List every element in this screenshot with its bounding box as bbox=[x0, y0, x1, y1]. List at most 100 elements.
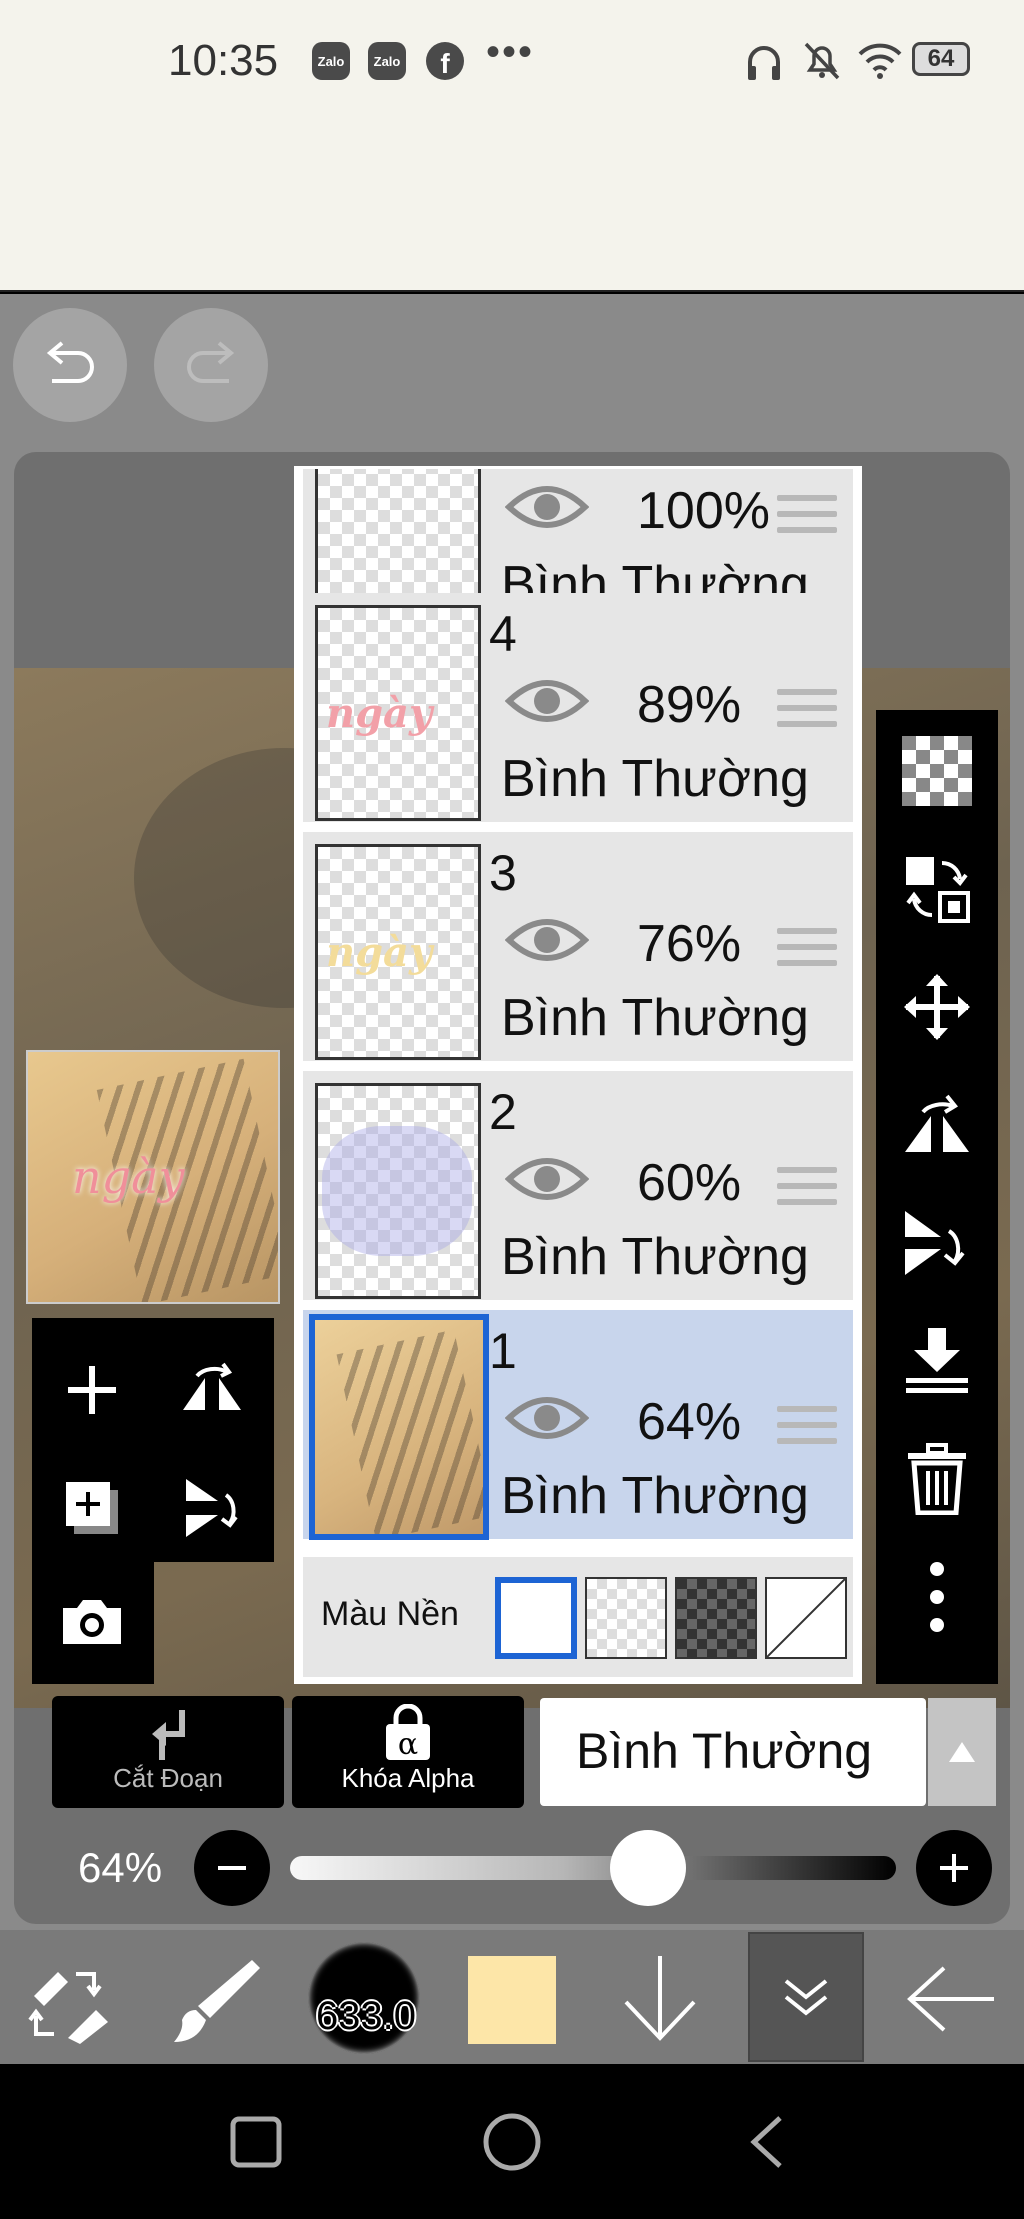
camera-icon bbox=[63, 1600, 121, 1644]
drag-handle-icon[interactable] bbox=[777, 1167, 837, 1215]
arrow-down-icon[interactable] bbox=[620, 1952, 700, 2044]
flip-vertical-button[interactable] bbox=[894, 1200, 980, 1286]
layer-row[interactable]: 2 60% Bình Thường bbox=[303, 1071, 853, 1305]
layer-row-selected[interactable]: 1 64% Bình Thường bbox=[303, 1310, 853, 1544]
drag-handle-icon[interactable] bbox=[777, 689, 837, 737]
recent-apps-icon[interactable] bbox=[230, 2116, 282, 2168]
bg-transparent-light-swatch[interactable] bbox=[585, 1577, 667, 1659]
camera-import-button[interactable] bbox=[42, 1572, 142, 1672]
flip-vertical-icon bbox=[905, 1211, 965, 1275]
redo-icon bbox=[187, 341, 235, 383]
layer-opacity: 60% bbox=[637, 1154, 742, 1212]
trash-icon bbox=[908, 1443, 966, 1515]
bg-white-swatch[interactable] bbox=[495, 1577, 577, 1659]
opacity-decrease-button[interactable] bbox=[194, 1830, 270, 1906]
opacity-increase-button[interactable] bbox=[916, 1830, 992, 1906]
drag-handle-icon[interactable] bbox=[777, 495, 837, 543]
blend-mode-select[interactable]: Bình Thường bbox=[540, 1698, 926, 1806]
opacity-slider[interactable] bbox=[290, 1856, 896, 1880]
flip-layer-horizontal-button[interactable] bbox=[162, 1340, 262, 1440]
canvas-thumbnail[interactable]: ngày bbox=[26, 1050, 280, 1304]
eye-icon[interactable] bbox=[505, 914, 589, 966]
drag-handle-icon[interactable] bbox=[777, 1406, 837, 1454]
layer-thumbnail bbox=[315, 1083, 481, 1299]
color-swatch[interactable] bbox=[468, 1956, 556, 2044]
more-options-button[interactable] bbox=[894, 1554, 980, 1640]
plus-icon bbox=[940, 1854, 968, 1882]
more-vertical-icon bbox=[930, 1562, 944, 1632]
duplicate-layer-button[interactable] bbox=[42, 1458, 142, 1558]
status-time: 10:35 bbox=[168, 36, 279, 85]
checkerboard-icon bbox=[902, 736, 972, 806]
back-arrow-icon[interactable] bbox=[904, 1964, 996, 2034]
swap-layer-icon bbox=[906, 857, 970, 923]
layer-blend-mode: Bình Thường bbox=[501, 750, 809, 808]
drag-handle-icon[interactable] bbox=[777, 928, 837, 976]
delete-layer-button[interactable] bbox=[894, 1436, 980, 1522]
layer-blend-mode: Bình Thường bbox=[501, 1228, 809, 1286]
wifi-icon bbox=[858, 43, 902, 79]
eye-icon[interactable] bbox=[505, 481, 589, 533]
svg-text:α: α bbox=[398, 1727, 418, 1762]
clipping-button[interactable]: Cắt Đoạn bbox=[52, 1696, 284, 1808]
no-color-icon bbox=[766, 1578, 846, 1658]
merge-down-icon bbox=[906, 1328, 968, 1393]
lock-icon: α bbox=[386, 1704, 430, 1762]
layer-thumbnail bbox=[309, 1314, 489, 1540]
move-icon bbox=[904, 974, 970, 1040]
home-icon[interactable] bbox=[482, 2112, 542, 2172]
eye-icon[interactable] bbox=[505, 1392, 589, 1444]
eye-icon[interactable] bbox=[505, 1153, 589, 1205]
system-nav-bar bbox=[0, 2064, 1024, 2219]
redo-button[interactable] bbox=[154, 308, 268, 422]
undo-icon bbox=[46, 341, 94, 383]
blend-mode-dropdown-button[interactable] bbox=[928, 1698, 996, 1806]
bg-none-swatch[interactable] bbox=[765, 1577, 847, 1659]
opacity-value: 64% bbox=[78, 1844, 163, 1891]
layer-opacity: 64% bbox=[637, 1393, 742, 1451]
flip-horizontal-icon bbox=[905, 1094, 969, 1152]
add-layer-button[interactable] bbox=[42, 1340, 142, 1440]
layer-list[interactable]: 100% Bình Thường ngày 4 89% Bình Thường … bbox=[294, 466, 862, 1684]
zalo-notification-icon: Zalo bbox=[368, 42, 406, 80]
right-toolbar bbox=[876, 710, 998, 1684]
checkerboard-button[interactable] bbox=[894, 728, 980, 814]
background-color-label: Màu Nền bbox=[321, 1595, 459, 1633]
bg-transparent-dark-swatch[interactable] bbox=[675, 1577, 757, 1659]
alpha-lock-button[interactable]: α Khóa Alpha bbox=[292, 1696, 524, 1808]
layer-transform-button[interactable] bbox=[894, 846, 980, 932]
headphones-icon bbox=[748, 46, 780, 80]
layer-number: 1 bbox=[489, 1323, 517, 1379]
layer-thumbnail-word: ngày bbox=[326, 690, 433, 737]
duplicate-layer-icon bbox=[66, 1482, 118, 1534]
clipping-arrow-icon bbox=[152, 1710, 185, 1760]
layer-row[interactable]: ngày 4 89% Bình Thường bbox=[303, 593, 853, 827]
layer-opacity: 89% bbox=[637, 676, 742, 734]
layer-opacity: 100% bbox=[637, 482, 770, 540]
collapse-panel-button[interactable] bbox=[748, 1932, 864, 2062]
opacity-slider-handle[interactable] bbox=[609, 1830, 686, 1906]
brush-icon[interactable] bbox=[170, 1954, 262, 2046]
flip-horizontal-icon bbox=[183, 1362, 241, 1410]
merge-down-button[interactable] bbox=[894, 1318, 980, 1404]
flip-layer-vertical-button[interactable] bbox=[162, 1458, 262, 1558]
more-notifications-icon: ••• bbox=[486, 30, 535, 74]
triangle-up-icon bbox=[949, 1742, 975, 1762]
clipping-label: Cắt Đoạn bbox=[113, 1763, 223, 1793]
layer-number: 2 bbox=[489, 1084, 517, 1140]
tool-switch-icon[interactable] bbox=[24, 1956, 112, 2044]
minus-icon bbox=[218, 1866, 246, 1870]
background-color-row: Màu Nền bbox=[303, 1557, 853, 1677]
layer-thumbnail: ngày bbox=[315, 844, 481, 1060]
flip-horizontal-button[interactable] bbox=[894, 1082, 980, 1168]
eye-icon[interactable] bbox=[505, 675, 589, 727]
undo-button[interactable] bbox=[13, 308, 127, 422]
brush-size-value: 633.0 bbox=[315, 1994, 417, 2038]
layer-opacity: 76% bbox=[637, 915, 742, 973]
back-nav-icon[interactable] bbox=[748, 2114, 784, 2170]
layer-number: 3 bbox=[489, 845, 517, 901]
flip-vertical-icon bbox=[186, 1479, 238, 1537]
layer-row[interactable]: ngày 3 76% Bình Thường bbox=[303, 832, 853, 1066]
alpha-lock-label: Khóa Alpha bbox=[341, 1763, 475, 1793]
move-button[interactable] bbox=[894, 964, 980, 1050]
